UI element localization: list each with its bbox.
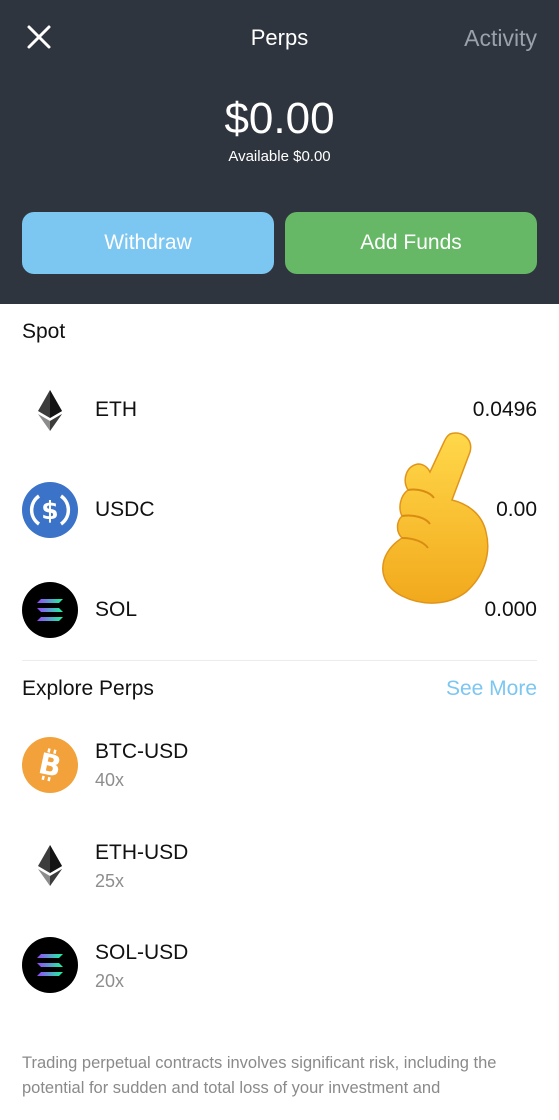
svg-text:$: $ (41, 496, 58, 525)
risk-disclaimer: Trading perpetual contracts involves sig… (22, 1054, 497, 1097)
perp-row-btc[interactable]: B BTC-USD 40x (0, 730, 559, 800)
available-balance: Available $0.00 (228, 148, 331, 165)
balance-amount: $0.00 (224, 94, 335, 143)
perp-leverage: 20x (95, 971, 125, 991)
activity-link[interactable]: Activity (464, 25, 537, 52)
spot-amount: 0.00 (496, 498, 537, 521)
spot-symbol: ETH (95, 398, 137, 421)
spot-symbol: SOL (95, 598, 138, 621)
see-more-link[interactable]: See More (446, 677, 537, 701)
perp-leverage: 40x (95, 770, 125, 790)
header: Perps Activity $0.00 Available $0.00 Wit… (0, 0, 559, 304)
spot-amount: 0.0496 (472, 398, 537, 421)
ethereum-icon (38, 390, 62, 431)
spot-section-title: Spot (22, 320, 66, 343)
perp-pair: ETH-USD (95, 841, 189, 864)
add-funds-button[interactable]: Add Funds (285, 212, 537, 274)
solana-icon (22, 582, 78, 638)
solana-icon (22, 937, 78, 993)
spot-symbol: USDC (95, 498, 155, 521)
perp-row-sol[interactable]: SOL-USD 20x (0, 930, 559, 1000)
perp-leverage: 25x (95, 871, 125, 891)
perp-pair: BTC-USD (95, 740, 189, 763)
ethereum-icon (38, 845, 62, 886)
section-divider (22, 660, 537, 661)
explore-perps-title: Explore Perps (22, 677, 154, 700)
withdraw-button[interactable]: Withdraw (22, 212, 274, 274)
pointing-hand-icon (382, 432, 489, 604)
bitcoin-icon: B (22, 737, 78, 793)
usdc-icon: $ (22, 482, 78, 538)
perp-row-eth[interactable]: ETH-USD 25x (0, 830, 559, 900)
perp-pair: SOL-USD (95, 941, 189, 964)
